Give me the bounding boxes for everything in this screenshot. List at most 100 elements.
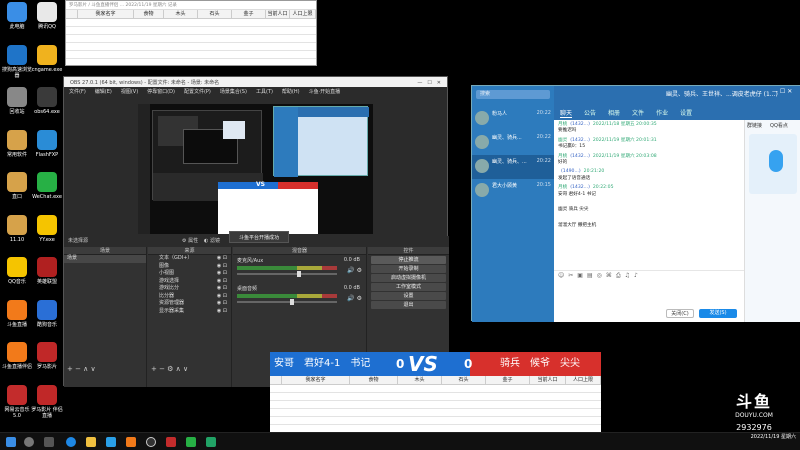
wechat-taskbar-icon[interactable] bbox=[186, 437, 196, 447]
desktop-icon[interactable]: 网易云音乐 5.0 bbox=[0, 384, 34, 419]
qq-window-controls[interactable]: — ☐ ✕ bbox=[772, 88, 792, 95]
tab-notice[interactable]: 公告 bbox=[584, 108, 596, 117]
qq-chat-window[interactable]: 搜索 粉马人 20:22 幽灵、骑兵... 20:22 幽灵、骑兵、... 20:22 君大… bbox=[471, 85, 800, 322]
menu-profile[interactable]: 配置文件(P) bbox=[184, 88, 211, 95]
volume-slider-handle[interactable] bbox=[289, 299, 294, 305]
desktop-icon[interactable]: obs64.exe bbox=[30, 87, 64, 115]
right-tab-kandian[interactable]: QQ看点 bbox=[770, 122, 788, 129]
menu-view[interactable]: 视图(V) bbox=[121, 88, 138, 95]
qq-message-area[interactable]: 月桃 (1432...) 2022/11/18 星期五 20:00:35 要推迟吗 幽灵… bbox=[554, 120, 744, 270]
window-controls[interactable]: — ☐ ✕ bbox=[417, 79, 441, 86]
visibility-lock-icon[interactable]: ◉ ⊡ bbox=[217, 300, 227, 308]
desktop-icon[interactable]: 斗鱼直播伴侣 bbox=[0, 342, 34, 370]
desktop-icon[interactable]: 此电脑 bbox=[0, 2, 34, 30]
visibility-lock-icon[interactable]: ◉ ⊡ bbox=[217, 255, 227, 263]
qq-close-button[interactable]: 关闭(C) bbox=[666, 309, 694, 318]
tab-settings[interactable]: 设置 bbox=[680, 108, 692, 117]
music-taskbar-icon[interactable] bbox=[166, 437, 176, 447]
visibility-lock-icon[interactable]: ◉ ⊡ bbox=[217, 308, 227, 316]
visibility-lock-icon[interactable]: ◉ ⊡ bbox=[217, 285, 227, 293]
explorer-icon[interactable] bbox=[86, 437, 96, 447]
task-view-icon[interactable] bbox=[44, 437, 54, 447]
control-button[interactable]: 启动虚拟摄像机 bbox=[371, 274, 446, 282]
desktop-icon[interactable]: 罗马影片 bbox=[30, 342, 64, 370]
menu-help[interactable]: 帮助(H) bbox=[282, 88, 300, 95]
source-item[interactable]: 小视图 ◉ ⊡ bbox=[148, 270, 231, 278]
menu-douyu-live[interactable]: 斗鱼·开始直播 bbox=[309, 88, 341, 95]
col-header[interactable]: 我家名字 bbox=[78, 10, 134, 18]
control-button[interactable]: 设置 bbox=[371, 292, 446, 300]
clock[interactable]: 2022/11/19 星期六 bbox=[700, 434, 796, 441]
filters-button[interactable]: ◐ 滤镜 bbox=[204, 236, 220, 247]
col-header[interactable]: 食物 bbox=[134, 10, 164, 18]
control-button[interactable]: 工作室模式 bbox=[371, 283, 446, 291]
qq-send-button[interactable]: 发送(S) bbox=[699, 309, 737, 318]
windows-start-icon[interactable] bbox=[6, 437, 16, 447]
excel-taskbar-icon[interactable] bbox=[206, 437, 216, 447]
source-item[interactable]: 比分器 ◉ ⊡ bbox=[148, 293, 231, 301]
mixer-speaker-gear-icon[interactable]: 🔊 ⚙ bbox=[347, 267, 362, 274]
col-header[interactable]: 石头 bbox=[442, 376, 486, 384]
control-button[interactable]: 停止推流 bbox=[371, 256, 446, 264]
qq-search-input[interactable]: 搜索 bbox=[476, 90, 550, 99]
source-item[interactable]: 游戏选择 ◉ ⊡ bbox=[148, 278, 231, 286]
desktop-icon[interactable]: 英雄联盟 bbox=[30, 257, 64, 285]
desktop-icon[interactable]: FlashFXP bbox=[30, 129, 64, 158]
volume-slider[interactable] bbox=[237, 299, 337, 305]
contact-item[interactable]: 君大小顾黄 20:15 bbox=[472, 179, 554, 203]
menu-edit[interactable]: 编辑(E) bbox=[95, 88, 112, 95]
scene-item[interactable]: 场景 bbox=[64, 255, 146, 263]
menu-scene-collection[interactable]: 场景集合(S) bbox=[220, 88, 247, 95]
scene-add-remove[interactable]: + − ∧ ∨ bbox=[67, 365, 96, 373]
col-header[interactable]: 当前人口 bbox=[266, 10, 290, 18]
obs-window[interactable]: OBS 27.0.1 (64 bit, windows) - 配置文件: 未命名… bbox=[63, 76, 449, 387]
properties-button[interactable]: ⚙ 属性 bbox=[182, 236, 198, 247]
col-header[interactable]: 人口上限 bbox=[566, 376, 601, 384]
right-tab-link[interactable]: 群链接 bbox=[747, 122, 762, 129]
source-item[interactable]: 文本（GDI+） ◉ ⊡ bbox=[148, 255, 231, 263]
obs-preview-canvas[interactable]: VS bbox=[138, 104, 373, 234]
tab-album[interactable]: 相册 bbox=[608, 108, 620, 117]
excel-top-cells[interactable] bbox=[66, 19, 316, 65]
tab-chat[interactable]: 聊天 bbox=[560, 108, 573, 118]
visibility-lock-icon[interactable]: ◉ ⊡ bbox=[217, 270, 227, 278]
control-button[interactable]: 开始录制 bbox=[371, 265, 446, 273]
desktop-icon[interactable]: YY.exe bbox=[30, 214, 64, 243]
desktop-icon[interactable]: 常用软件 bbox=[0, 129, 34, 158]
contact-item[interactable]: 幽灵、骑兵... 20:22 bbox=[472, 131, 554, 155]
source-item[interactable]: 图像 ◉ ⊡ bbox=[148, 263, 231, 271]
menu-tools[interactable]: 工具(T) bbox=[256, 88, 273, 95]
col-header[interactable]: 我家名字 bbox=[282, 376, 350, 384]
obs-taskbar-icon[interactable] bbox=[146, 437, 156, 447]
desktop-icon[interactable]: 酷狗音乐 bbox=[30, 299, 64, 328]
menu-file[interactable]: 文件(F) bbox=[69, 88, 86, 95]
voice-call-card[interactable] bbox=[749, 134, 797, 194]
desktop-icon[interactable]: QQ音乐 bbox=[0, 257, 34, 285]
volume-slider-handle[interactable] bbox=[296, 271, 301, 277]
chat-message[interactable]: (1490...) 20:21:20 发起了语音通话 bbox=[558, 169, 740, 182]
col-header[interactable]: 当前人口 bbox=[530, 376, 566, 384]
edge-icon[interactable] bbox=[66, 437, 76, 447]
source-item[interactable]: 游戏比分 ◉ ⊡ bbox=[148, 285, 231, 293]
source-item[interactable]: 显示器采集 ◉ ⊡ bbox=[148, 308, 231, 316]
desktop-icon[interactable]: 11.10 bbox=[0, 214, 34, 243]
col-header[interactable]: 木头 bbox=[398, 376, 442, 384]
chat-message[interactable]: 溜溜大厅 撒把主机 bbox=[558, 217, 740, 230]
tab-homework[interactable]: 作业 bbox=[656, 108, 668, 117]
qq-message-input[interactable]: 关闭(C) 发送(S) bbox=[554, 280, 744, 322]
control-button[interactable]: 退出 bbox=[371, 301, 446, 309]
desktop-icon[interactable]: 罗马影片 伴侣 直播 bbox=[30, 384, 64, 419]
chat-message[interactable]: 月桃 (1432...) 2022/11/18 星期五 20:00:35 要推迟吗 bbox=[558, 122, 740, 135]
mixer-speaker-gear-icon[interactable]: 🔊 ⚙ bbox=[347, 295, 362, 302]
source-item[interactable]: 资源管理器 ◉ ⊡ bbox=[148, 300, 231, 308]
qq-toolbar-icons[interactable]: ☺✂▣▤◎⌘⎙♫♪ bbox=[558, 272, 642, 280]
menu-docks[interactable]: 停靠窗口(D) bbox=[147, 88, 175, 95]
chat-message[interactable]: 月桃 (1432...) 2022/11/19 星期六 20:03:08 好的 bbox=[558, 154, 740, 167]
col-header[interactable]: 食物 bbox=[350, 376, 398, 384]
contact-item[interactable]: 粉马人 20:22 bbox=[472, 107, 554, 131]
col-header[interactable]: 木头 bbox=[164, 10, 198, 18]
contact-item[interactable]: 幽灵、骑兵、... 20:22 bbox=[472, 155, 554, 179]
douyu-taskbar-icon[interactable] bbox=[126, 437, 136, 447]
excel-window-top[interactable]: 罗马影片 / 斗鱼直播伴侣 ... 2022/11/19 星期六 记录 我家名字… bbox=[65, 0, 317, 66]
visibility-lock-icon[interactable]: ◉ ⊡ bbox=[217, 293, 227, 301]
